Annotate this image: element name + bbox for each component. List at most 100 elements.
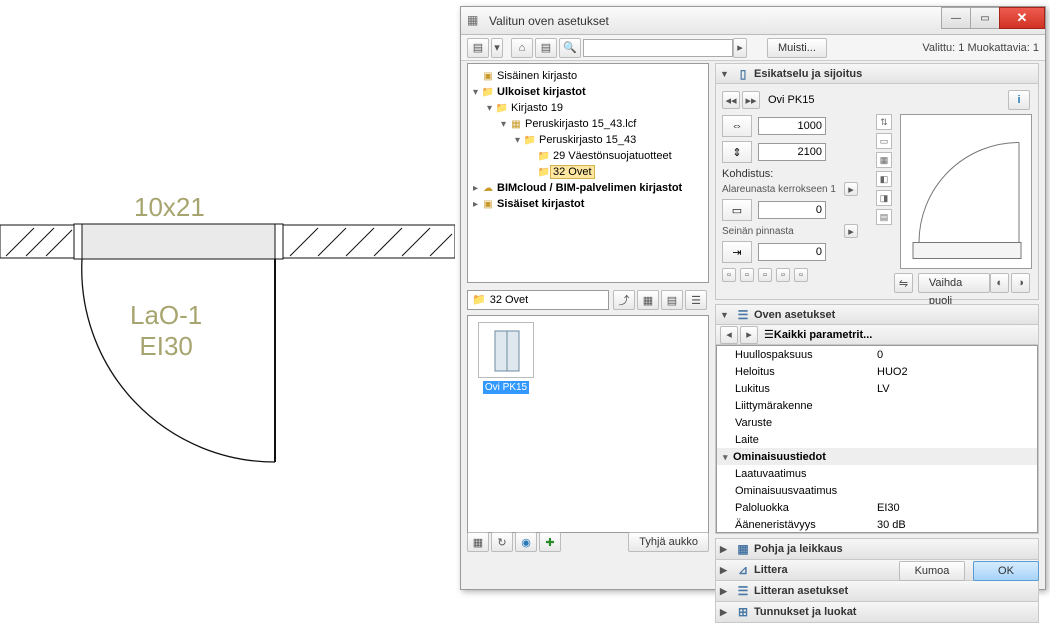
param-name: Paloluokka	[717, 502, 877, 514]
tree-node-29[interactable]: 29 Väestönsuojatuotteet	[551, 150, 674, 162]
param-name: Ääneneristävyys	[717, 519, 877, 531]
ok-button[interactable]: OK	[973, 561, 1039, 581]
door-id-label-2: EI30	[130, 331, 202, 362]
library-home-button[interactable]: ⌂	[511, 38, 533, 58]
param-value[interactable]: 30 dB	[877, 519, 1037, 531]
tree-node-32[interactable]: 32 Ovet	[551, 166, 594, 178]
empty-opening-button[interactable]: Tyhjä aukko	[628, 532, 709, 552]
sill-input[interactable]	[758, 201, 826, 219]
info-button[interactable]: i	[1008, 90, 1030, 110]
library-item[interactable]: Ovi PK15	[474, 322, 538, 394]
opt-d-icon[interactable]: ◨	[876, 190, 892, 206]
tree-node-external[interactable]: Ulkoiset kirjastot	[495, 86, 588, 98]
library-panel: ▣Sisäinen kirjasto ▾📁Ulkoiset kirjastot …	[467, 63, 709, 555]
section-preview: ▼▯ Esikatselu ja sijoitus ◂◂ ▸▸ Ovi PK15…	[715, 63, 1039, 300]
param-group[interactable]: Ominaisuustiedot	[733, 451, 826, 463]
dialog-buttons: Kumoa OK	[467, 559, 1039, 583]
view-list[interactable]: ☰	[685, 290, 707, 310]
view-large-icons[interactable]: ▦	[637, 290, 659, 310]
height-input[interactable]	[758, 143, 826, 161]
flip-side-button[interactable]: Vaihda puoli	[918, 273, 990, 293]
plan-icon: ▦	[735, 542, 751, 556]
search-icon[interactable]: 🔍	[559, 38, 581, 58]
opt-c-icon[interactable]: ◧	[876, 171, 892, 187]
width-input[interactable]	[758, 117, 826, 135]
param-name: Heloitus	[717, 366, 877, 378]
param-name: Laatuvaatimus	[717, 468, 877, 480]
door-size-label: 10x21	[134, 192, 205, 223]
reveal-input[interactable]	[758, 243, 826, 261]
settings-panel: ▼▯ Esikatselu ja sijoitus ◂◂ ▸▸ Ovi PK15…	[715, 63, 1039, 555]
tree-node-pk[interactable]: Peruskirjasto 15_43	[537, 134, 638, 146]
param-list[interactable]: Huullospaksuus0 HeloitusHUO2 LukitusLV L…	[716, 345, 1038, 533]
view-small-icons[interactable]: ▤	[661, 290, 683, 310]
orient-b-button[interactable]: ◑	[1011, 273, 1030, 293]
minimize-button[interactable]: —	[941, 7, 971, 29]
param-name: Varuste	[717, 417, 877, 429]
tree-node-bimcloud[interactable]: BIMcloud / BIM-palvelimen kirjastot	[495, 182, 684, 194]
param-name: Liittymärakenne	[717, 400, 877, 412]
anchor-opt-1[interactable]: ▫	[722, 268, 736, 282]
anchor-opt-4[interactable]: ▫	[776, 268, 790, 282]
param-value[interactable]: HUO2	[877, 366, 1037, 378]
anchor-opt-5[interactable]: ▫	[794, 268, 808, 282]
title-bar[interactable]: ▦ Valitun oven asetukset — ▭ ✕	[461, 7, 1045, 35]
next-item-button[interactable]: ▸▸	[742, 91, 760, 109]
tree-node-lib19[interactable]: Kirjasto 19	[509, 102, 565, 114]
drawing-canvas: 10x21 LaO-1 EI30	[0, 0, 455, 595]
lib-reload-button[interactable]: ↻	[491, 532, 513, 552]
close-button[interactable]: ✕	[999, 7, 1045, 29]
anchor-opt-2[interactable]: ▫	[740, 268, 754, 282]
sill-icon: ▭	[722, 199, 752, 221]
section-marker-settings-header[interactable]: ▶☰Litteran asetukset	[716, 581, 1038, 601]
opt-b-icon[interactable]: ▦	[876, 152, 892, 168]
anchor-opt-3[interactable]: ▫	[758, 268, 772, 282]
section-params-header[interactable]: ▼☰ Oven asetukset	[716, 305, 1038, 325]
tree-node-internal[interactable]: Sisäinen kirjasto	[495, 70, 579, 82]
section-preview-header[interactable]: ▼▯ Esikatselu ja sijoitus	[716, 64, 1038, 84]
library-tree[interactable]: ▣Sisäinen kirjasto ▾📁Ulkoiset kirjastot …	[467, 63, 709, 283]
memory-button[interactable]: Muisti...	[767, 38, 827, 58]
lib-add-button[interactable]: ✚	[539, 532, 561, 552]
library-filter-button[interactable]: ▤	[535, 38, 557, 58]
tree-node-embedded[interactable]: Sisäiset kirjastot	[495, 198, 586, 210]
param-prev-button[interactable]: ◂	[720, 326, 738, 344]
library-items[interactable]: Ovi PK15	[467, 315, 709, 533]
opt-e-icon[interactable]: ▤	[876, 209, 892, 225]
param-value[interactable]: LV	[877, 383, 1037, 395]
lib-manage-button[interactable]: ▦	[467, 532, 489, 552]
maximize-button[interactable]: ▭	[970, 7, 1000, 29]
prev-item-button[interactable]: ◂◂	[722, 91, 740, 109]
width-icon: ⇔	[722, 115, 752, 137]
link-icon[interactable]: ⇅	[876, 114, 892, 130]
cancel-button[interactable]: Kumoa	[899, 561, 965, 581]
search-options-button[interactable]: ▸	[733, 38, 747, 58]
item-name: Ovi PK15	[768, 94, 1008, 106]
param-name: Ominaisuusvaatimus	[717, 485, 877, 497]
param-page-label[interactable]: Kaikki parametrit...	[774, 329, 872, 341]
orient-a-button[interactable]: ◐	[990, 273, 1009, 293]
mirror-x-button[interactable]: ⇋	[894, 273, 913, 293]
param-value[interactable]: EI30	[877, 502, 1037, 514]
param-value[interactable]: 0	[877, 349, 1037, 361]
view-mode-dropdown[interactable]: ▾	[491, 38, 503, 58]
wallface-button[interactable]: ▸	[844, 224, 858, 238]
ref-story-button[interactable]: ▸	[844, 182, 858, 196]
view-mode-button[interactable]: ▤	[467, 38, 489, 58]
lib-web-button[interactable]: ◉	[515, 532, 537, 552]
dialog-toolbar: ▤ ▾ ⌂ ▤ 🔍 ▸ Muisti... Valittu: 1 Muokatt…	[461, 35, 1045, 61]
search-input[interactable]	[583, 39, 733, 57]
wallface-label: Seinän pinnasta	[722, 226, 794, 237]
height-icon: ⇕	[722, 141, 752, 163]
tree-node-lcf[interactable]: Peruskirjasto 15_43.lcf	[523, 118, 638, 130]
preview-box	[900, 114, 1032, 269]
section-tags-header[interactable]: ▶⊞Tunnukset ja luokat	[716, 602, 1038, 622]
param-name: Laite	[717, 434, 877, 446]
up-folder-button[interactable]: ⤴	[613, 290, 635, 310]
folder-path[interactable]: 📁32 Ovet	[467, 290, 609, 310]
section-plan-header[interactable]: ▶▦Pohja ja leikkaus	[716, 539, 1038, 559]
tags-icon: ⊞	[735, 605, 751, 619]
opt-a-icon[interactable]: ▭	[876, 133, 892, 149]
section-params: ▼☰ Oven asetukset ◂ ▸ ☰ Kaikki parametri…	[715, 304, 1039, 534]
param-next-button[interactable]: ▸	[740, 326, 758, 344]
